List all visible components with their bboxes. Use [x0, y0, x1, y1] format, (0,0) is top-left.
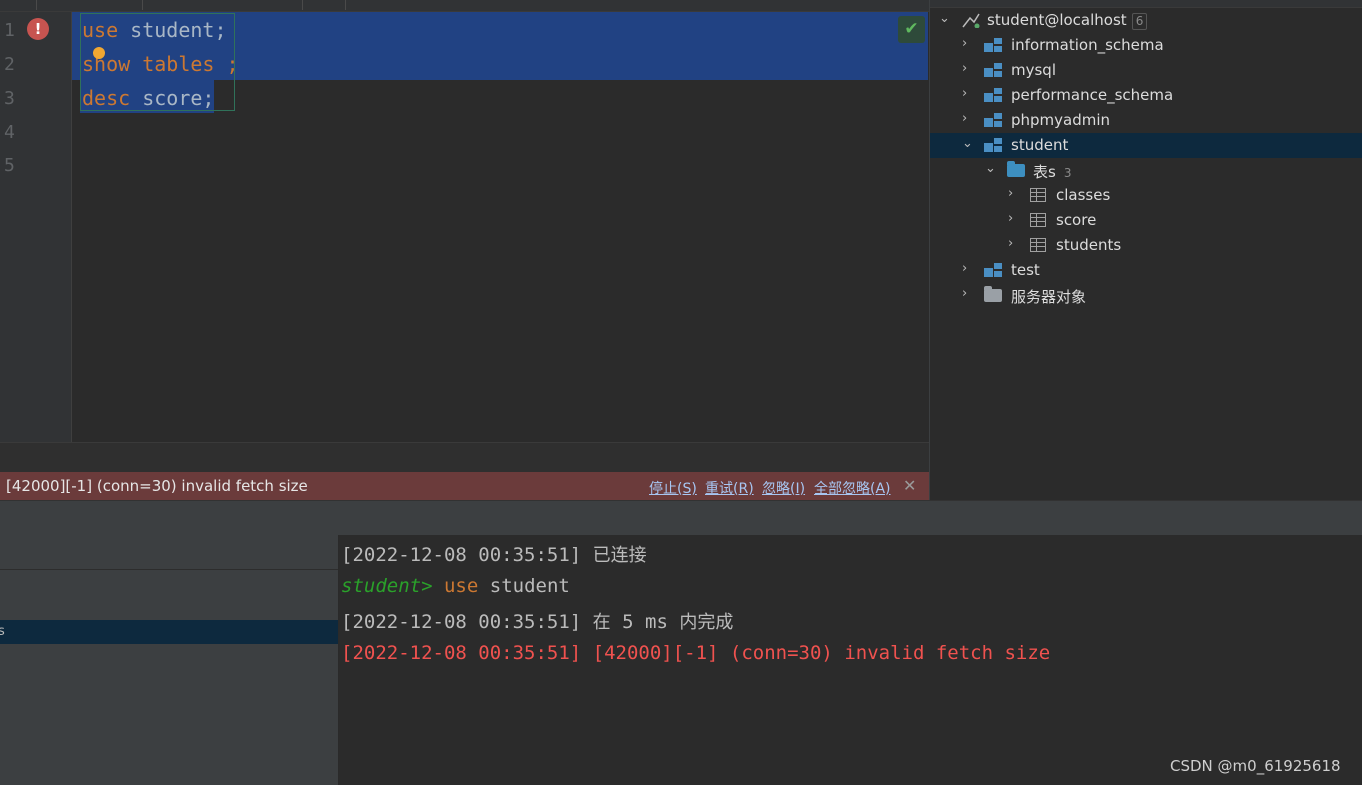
chevron-right-icon[interactable]: › [962, 261, 967, 276]
services-tree-selected-item[interactable]: s [0, 620, 338, 644]
tree-item-schema[interactable]: › performance_schema [930, 83, 1362, 108]
schema-icon [984, 263, 1002, 278]
connection-icon [962, 13, 980, 28]
keyword: use [82, 18, 119, 42]
services-toolbar [0, 500, 1362, 536]
console-prompt: student> [341, 575, 433, 597]
error-message: [42000][-1] (conn=30) invalid fetch size [6, 477, 308, 495]
tree-item-schema[interactable]: › test [930, 258, 1362, 283]
chevron-right-icon[interactable]: › [962, 86, 967, 101]
timestamp: [2022-12-08 00:35:51] [341, 611, 582, 633]
console-text: 内完成 [679, 612, 734, 633]
chevron-down-icon[interactable]: ⌄ [962, 136, 973, 151]
tree-item-table[interactable]: › score [930, 208, 1362, 233]
line-number-gutter: 1 2 3 4 5 [0, 12, 72, 442]
stop-link[interactable]: 停止(S) [649, 478, 697, 498]
line-number: 4 [4, 122, 15, 143]
item-label: s [0, 624, 5, 639]
explorer-toolbar [930, 0, 1362, 8]
schema-label: mysql [1011, 61, 1056, 79]
console-line: [2022-12-08 00:35:51] 已连接 [341, 541, 647, 567]
count-badge: 6 [1131, 13, 1148, 30]
folder-icon [984, 286, 1002, 302]
services-tree-panel: s [0, 535, 339, 785]
table-label: students [1056, 236, 1122, 254]
code-line-3[interactable]: desc score; [82, 86, 214, 110]
keyword: desc [82, 86, 131, 110]
divider [0, 569, 338, 570]
schema-icon [984, 113, 1002, 128]
chevron-down-icon[interactable]: ⌄ [985, 161, 996, 176]
chevron-right-icon[interactable]: › [1008, 186, 1013, 201]
database-explorer: ⌄ student@localhost 6 › information_schem… [929, 0, 1362, 500]
intention-bulb-icon[interactable] [93, 47, 105, 59]
code-text: student; [118, 18, 227, 42]
check-icon[interactable]: ✔ [898, 16, 925, 43]
folder-icon [1007, 161, 1025, 177]
console-text: 已连接 [592, 545, 647, 566]
schema-label: phpmyadmin [1011, 111, 1111, 129]
schema-label: performance_schema [1011, 86, 1174, 104]
schema-label: information_schema [1011, 36, 1164, 54]
table-icon [1030, 213, 1046, 227]
code-line-1[interactable]: use student; [82, 18, 227, 42]
sql-editor[interactable]: 1 2 3 4 5 ! use student; show tables ; d… [0, 0, 929, 473]
tree-item-schema[interactable]: › mysql [930, 58, 1362, 83]
schema-label: student [1011, 136, 1069, 154]
chevron-right-icon[interactable]: › [1008, 211, 1013, 226]
line-number: 5 [4, 155, 15, 176]
console-line: [2022-12-08 00:35:51] 在 5 ms 内完成 [341, 608, 733, 634]
schema-icon [984, 38, 1002, 53]
console-text: 在 [592, 612, 611, 633]
table-count: 3 [1063, 166, 1072, 180]
tree-root-connection[interactable]: ⌄ student@localhost 6 [930, 8, 1362, 33]
line-number: 2 [4, 54, 15, 75]
console-line: student> use student [341, 575, 570, 597]
keyword: use [443, 575, 479, 597]
console-error-line: [2022-12-08 00:35:51] [42000][-1] (conn=… [341, 642, 1051, 664]
folder-label: 表s [1033, 163, 1056, 181]
connection-label: student@localhost [987, 11, 1127, 29]
line-number: 3 [4, 88, 15, 109]
schema-label: test [1011, 261, 1040, 279]
tree-item-schema[interactable]: › phpmyadmin [930, 108, 1362, 133]
tree-item-schema-selected[interactable]: ⌄ student [930, 133, 1362, 158]
chevron-right-icon[interactable]: › [1008, 236, 1013, 251]
chevron-right-icon[interactable]: › [962, 61, 967, 76]
watermark: CSDN @m0_61925618 [1170, 757, 1341, 775]
tree-item-server-objects[interactable]: › 服务器对象 [930, 283, 1362, 308]
duration: 5 ms [622, 611, 668, 633]
line-number: 1 [4, 20, 15, 41]
table-label: classes [1056, 186, 1111, 204]
tree-item-tables-folder[interactable]: ⌄ 表s 3 [930, 158, 1362, 183]
chevron-right-icon[interactable]: › [962, 36, 967, 51]
folder-label: 服务器对象 [1011, 288, 1087, 306]
code-line-2[interactable]: show tables ; [82, 52, 239, 76]
chevron-right-icon[interactable]: › [962, 111, 967, 126]
timestamp: [2022-12-08 00:35:51] [341, 544, 582, 566]
error-notification-bar: [42000][-1] (conn=30) invalid fetch size… [0, 472, 929, 500]
table-icon [1030, 188, 1046, 202]
chevron-right-icon[interactable]: › [962, 286, 967, 301]
retry-link[interactable]: 重试(R) [705, 478, 754, 498]
editor-tab-strip [0, 0, 929, 12]
output-console[interactable]: [2022-12-08 00:35:51] 已连接 student> use s… [339, 535, 1362, 785]
error-marker-icon[interactable]: ! [27, 18, 49, 40]
horizontal-scrollbar[interactable] [0, 442, 929, 473]
ignore-all-link[interactable]: 全部忽略(A) [814, 478, 891, 498]
schema-icon [984, 88, 1002, 103]
tree-item-table[interactable]: › students [930, 233, 1362, 258]
table-icon [1030, 238, 1046, 252]
code-text: score; [130, 86, 215, 110]
table-label: score [1056, 211, 1097, 229]
schema-icon [984, 138, 1002, 153]
tree-item-schema[interactable]: › information_schema [930, 33, 1362, 58]
ignore-link[interactable]: 忽略(I) [762, 478, 805, 498]
schema-icon [984, 63, 1002, 78]
console-text: student [489, 575, 570, 597]
tree-item-table[interactable]: › classes [930, 183, 1362, 208]
chevron-down-icon[interactable]: ⌄ [939, 11, 950, 26]
code-text: ; [214, 52, 239, 76]
close-icon[interactable]: ✕ [903, 476, 916, 495]
